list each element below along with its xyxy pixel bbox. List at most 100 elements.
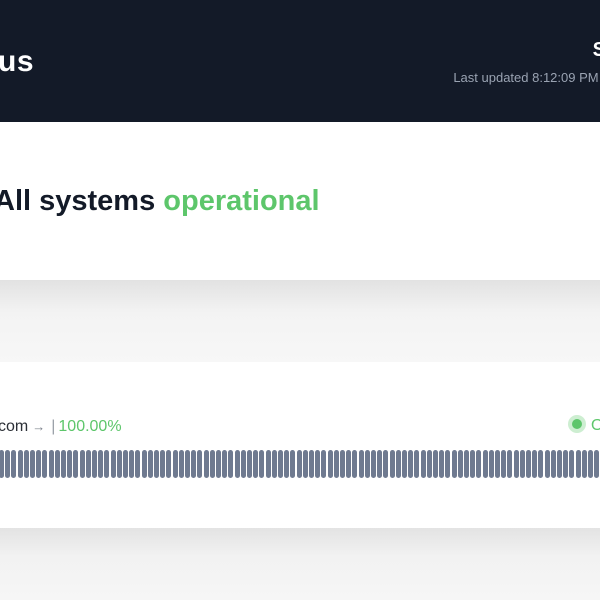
uptime-bar[interactable]: [588, 450, 593, 478]
uptime-bar[interactable]: [110, 450, 116, 478]
uptime-bar[interactable]: [563, 450, 569, 478]
uptime-bar[interactable]: [352, 450, 358, 478]
uptime-bar[interactable]: [538, 450, 544, 478]
uptime-bar[interactable]: [321, 450, 327, 478]
uptime-bar[interactable]: [17, 450, 23, 478]
uptime-bar[interactable]: [290, 450, 296, 478]
uptime-bar[interactable]: [414, 450, 420, 478]
uptime-bar[interactable]: [482, 450, 488, 478]
uptime-bar[interactable]: [532, 450, 538, 478]
uptime-bar[interactable]: [513, 450, 519, 478]
uptime-bar[interactable]: [445, 450, 451, 478]
uptime-bar[interactable]: [253, 450, 259, 478]
uptime-bar[interactable]: [42, 450, 48, 478]
uptime-bar[interactable]: [216, 450, 221, 478]
uptime-bar[interactable]: [519, 450, 525, 478]
uptime-bar[interactable]: [557, 450, 562, 478]
uptime-bar[interactable]: [160, 450, 166, 478]
uptime-bar[interactable]: [364, 450, 370, 478]
uptime-bar[interactable]: [488, 450, 494, 478]
uptime-bar[interactable]: [439, 450, 445, 478]
uptime-bar[interactable]: [129, 450, 135, 478]
uptime-bar[interactable]: [544, 450, 550, 478]
uptime-bar[interactable]: [141, 450, 147, 478]
uptime-bar[interactable]: [495, 450, 500, 478]
external-link-icon[interactable]: →: [32, 419, 45, 434]
uptime-bar[interactable]: [271, 450, 277, 478]
uptime-bar[interactable]: [464, 450, 469, 478]
uptime-bar[interactable]: [420, 450, 426, 478]
uptime-bar[interactable]: [85, 450, 91, 478]
uptime-bar[interactable]: [30, 450, 35, 478]
uptime-bar[interactable]: [54, 450, 60, 478]
uptime-bar[interactable]: [228, 450, 234, 478]
uptime-bar[interactable]: [203, 450, 209, 478]
uptime-bar[interactable]: [383, 450, 389, 478]
uptime-bar[interactable]: [569, 450, 575, 478]
uptime-bar[interactable]: [98, 450, 104, 478]
uptime-bar[interactable]: [408, 450, 414, 478]
uptime-bar[interactable]: [371, 450, 376, 478]
uptime-bar[interactable]: [185, 450, 190, 478]
uptime-bar[interactable]: [178, 450, 184, 478]
uptime-bar[interactable]: [315, 450, 321, 478]
uptime-bar[interactable]: [0, 450, 4, 478]
uptime-bar[interactable]: [104, 450, 110, 478]
uptime-bar[interactable]: [209, 450, 215, 478]
uptime-bar[interactable]: [92, 450, 97, 478]
uptime-bar[interactable]: [296, 450, 302, 478]
uptime-bar[interactable]: [166, 450, 172, 478]
uptime-bar[interactable]: [457, 450, 463, 478]
uptime-bar[interactable]: [234, 450, 240, 478]
uptime-bar[interactable]: [48, 450, 54, 478]
uptime-bar[interactable]: [284, 450, 290, 478]
uptime-bar[interactable]: [23, 450, 29, 478]
uptime-bar[interactable]: [197, 450, 203, 478]
uptime-bar[interactable]: [501, 450, 507, 478]
uptime-bar[interactable]: [265, 450, 271, 478]
uptime-bar[interactable]: [73, 450, 79, 478]
uptime-bar[interactable]: [389, 450, 395, 478]
uptime-bar[interactable]: [116, 450, 122, 478]
uptime-bar[interactable]: [594, 450, 600, 478]
uptime-bar[interactable]: [36, 450, 42, 478]
uptime-bar[interactable]: [358, 450, 364, 478]
brand-title[interactable]: us: [0, 44, 34, 80]
uptime-bar[interactable]: [433, 450, 438, 478]
header-link[interactable]: S: [453, 38, 600, 62]
uptime-bar[interactable]: [5, 450, 11, 478]
uptime-bar[interactable]: [327, 450, 333, 478]
uptime-bar[interactable]: [191, 450, 197, 478]
monitor-name-link[interactable]: com: [0, 418, 28, 435]
uptime-bar[interactable]: [550, 450, 556, 478]
uptime-bar[interactable]: [61, 450, 66, 478]
uptime-bar[interactable]: [470, 450, 476, 478]
uptime-bar[interactable]: [426, 450, 432, 478]
uptime-bar[interactable]: [575, 450, 581, 478]
uptime-bar[interactable]: [333, 450, 339, 478]
uptime-bar[interactable]: [147, 450, 153, 478]
uptime-bar[interactable]: [340, 450, 345, 478]
uptime-bar[interactable]: [259, 450, 265, 478]
uptime-bar[interactable]: [240, 450, 246, 478]
uptime-bar[interactable]: [526, 450, 531, 478]
uptime-bar[interactable]: [395, 450, 401, 478]
uptime-bar[interactable]: [402, 450, 407, 478]
uptime-bar[interactable]: [67, 450, 73, 478]
uptime-bar[interactable]: [278, 450, 283, 478]
uptime-bar[interactable]: [135, 450, 141, 478]
uptime-bar[interactable]: [476, 450, 482, 478]
uptime-bar[interactable]: [346, 450, 352, 478]
uptime-bar[interactable]: [581, 450, 587, 478]
uptime-bar[interactable]: [154, 450, 159, 478]
uptime-bar[interactable]: [302, 450, 308, 478]
uptime-bar[interactable]: [11, 450, 17, 478]
uptime-bar[interactable]: [222, 450, 228, 478]
uptime-bar[interactable]: [451, 450, 457, 478]
uptime-bar[interactable]: [172, 450, 178, 478]
uptime-bar[interactable]: [123, 450, 128, 478]
uptime-bar[interactable]: [309, 450, 314, 478]
uptime-bar[interactable]: [377, 450, 383, 478]
uptime-bar[interactable]: [247, 450, 252, 478]
uptime-bar[interactable]: [507, 450, 513, 478]
